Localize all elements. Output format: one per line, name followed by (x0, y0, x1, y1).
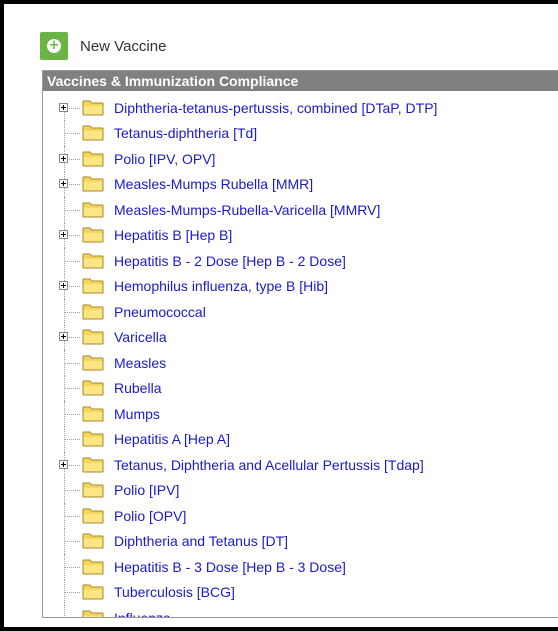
folder-icon (82, 304, 104, 320)
tree-node-label[interactable]: Diphtheria and Tetanus [DT] (114, 533, 288, 549)
folder-icon (82, 176, 104, 192)
folder-icon (82, 482, 104, 498)
tree-connector (64, 592, 80, 594)
tree-connector (64, 388, 80, 390)
tree-node[interactable]: Tetanus-diphtheria [Td] (43, 120, 558, 146)
tree-connector (64, 133, 80, 135)
tree-node-label[interactable]: Mumps (114, 406, 160, 422)
expand-icon[interactable] (59, 459, 68, 469)
folder-icon (82, 533, 104, 549)
tree-node[interactable]: Polio [OPV] (43, 503, 558, 529)
tree-connector (64, 541, 80, 543)
tree-connector (64, 311, 80, 313)
tree-node[interactable]: Measles-Mumps-Rubella-Varicella [MMRV] (43, 197, 558, 223)
folder-icon (82, 329, 104, 345)
expand-icon[interactable] (59, 332, 68, 342)
tree-node-label[interactable]: Influenza (114, 610, 171, 617)
window-frame: + New Vaccine Vaccines & Immunization Co… (0, 0, 558, 631)
folder-icon (82, 431, 104, 447)
tree-node[interactable]: Diphtheria-tetanus-pertussis, combined [… (43, 95, 558, 121)
tree-node-label[interactable]: Rubella (114, 380, 161, 396)
tree-connector (64, 566, 80, 568)
tree-node[interactable]: Tetanus, Diphtheria and Acellular Pertus… (43, 452, 558, 478)
tree-node-label[interactable]: Diphtheria-tetanus-pertussis, combined [… (114, 100, 437, 116)
vaccine-tree: Diphtheria-tetanus-pertussis, combined [… (43, 91, 558, 617)
expand-icon[interactable] (59, 230, 68, 240)
tree-node-label[interactable]: Hepatitis A [Hep A] (114, 431, 230, 447)
tree-node-label[interactable]: Hepatitis B - 2 Dose [Hep B - 2 Dose] (114, 253, 346, 269)
tree-node-label[interactable]: Polio [IPV] (114, 482, 179, 498)
expand-icon[interactable] (59, 281, 68, 291)
tree-node-label[interactable]: Tetanus-diphtheria [Td] (114, 125, 257, 141)
vaccines-panel: Vaccines & Immunization Compliance Dipht… (42, 70, 558, 618)
tree-connector (64, 439, 80, 441)
expand-icon[interactable] (59, 102, 68, 112)
tree-node[interactable]: Polio [IPV] (43, 477, 558, 503)
folder-icon (82, 151, 104, 167)
tree-node-label[interactable]: Varicella (114, 329, 167, 345)
tree-connector (64, 413, 80, 415)
panel-title: Vaccines & Immunization Compliance (43, 71, 558, 91)
tree-node[interactable]: Hepatitis A [Hep A] (43, 426, 558, 452)
plus-icon: + (47, 38, 61, 53)
tree-connector (64, 515, 80, 517)
toolbar: + New Vaccine (40, 32, 166, 60)
new-vaccine-label[interactable]: New Vaccine (80, 38, 166, 55)
tree-node-label[interactable]: Measles-Mumps-Rubella-Varicella [MMRV] (114, 202, 380, 218)
tree-node-label[interactable]: Polio [IPV, OPV] (114, 151, 215, 167)
tree-connector (64, 605, 65, 617)
folder-icon (82, 202, 104, 218)
folder-icon (82, 355, 104, 371)
tree-node-label[interactable]: Tetanus, Diphtheria and Acellular Pertus… (114, 457, 424, 473)
folder-icon (82, 100, 104, 116)
tree-node-label[interactable]: Measles (114, 355, 166, 371)
folder-icon (82, 125, 104, 141)
tree-node-label[interactable]: Hepatitis B - 3 Dose [Hep B - 3 Dose] (114, 559, 346, 575)
tree-node-label[interactable]: Measles-Mumps Rubella [MMR] (114, 176, 313, 192)
folder-icon (82, 584, 104, 600)
folder-icon (82, 610, 104, 617)
folder-icon (82, 508, 104, 524)
folder-icon (82, 406, 104, 422)
new-vaccine-button[interactable]: + (40, 32, 68, 60)
tree-node[interactable]: Hepatitis B [Hep B] (43, 222, 558, 248)
tree-node[interactable]: Hepatitis B - 3 Dose [Hep B - 3 Dose] (43, 554, 558, 580)
tree-connector (64, 490, 80, 492)
tree-node-label[interactable]: Tuberculosis [BCG] (114, 584, 235, 600)
tree-node[interactable]: Pneumococcal (43, 299, 558, 325)
folder-icon (82, 380, 104, 396)
tree-node[interactable]: Hepatitis B - 2 Dose [Hep B - 2 Dose] (43, 248, 558, 274)
tree-node[interactable]: Mumps (43, 401, 558, 427)
folder-icon (82, 227, 104, 243)
folder-icon (82, 253, 104, 269)
tree-node-label[interactable]: Hemophilus influenza, type B [Hib] (114, 278, 328, 294)
tree-connector (64, 209, 80, 211)
folder-icon (82, 278, 104, 294)
tree-node[interactable]: Tuberculosis [BCG] (43, 579, 558, 605)
tree-node-label[interactable]: Hepatitis B [Hep B] (114, 227, 232, 243)
tree-node[interactable]: Polio [IPV, OPV] (43, 146, 558, 172)
tree-node[interactable]: Diphtheria and Tetanus [DT] (43, 528, 558, 554)
tree-node[interactable]: Measles-Mumps Rubella [MMR] (43, 171, 558, 197)
tree-node-label[interactable]: Polio [OPV] (114, 508, 186, 524)
expand-icon[interactable] (59, 179, 68, 189)
tree-connector (64, 260, 80, 262)
tree-node[interactable]: Influenza (43, 605, 558, 617)
expand-icon[interactable] (59, 153, 68, 163)
folder-icon (82, 559, 104, 575)
tree-node-label[interactable]: Pneumococcal (114, 304, 206, 320)
tree-node[interactable]: Measles (43, 350, 558, 376)
tree-node[interactable]: Hemophilus influenza, type B [Hib] (43, 273, 558, 299)
tree-connector (64, 362, 80, 364)
tree-node[interactable]: Rubella (43, 375, 558, 401)
folder-icon (82, 457, 104, 473)
tree-node[interactable]: Varicella (43, 324, 558, 350)
